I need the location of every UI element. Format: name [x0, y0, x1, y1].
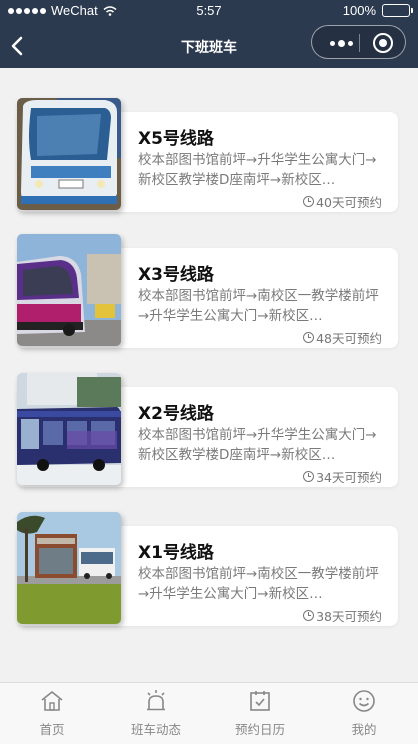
tab-label: 我的: [351, 722, 377, 737]
route-card[interactable]: X2号线路 校本部图书馆前坪→升华学生公寓大门→新校区教学楼D座南坪→新校区… …: [17, 373, 398, 488]
bus-photo-purple-coach: [17, 234, 121, 346]
bus-photo-campus-stop: [17, 512, 121, 624]
alarm-clock-icon: [303, 471, 315, 482]
navigation-bar: WeChat 5:57 100% 下班班车: [0, 0, 418, 68]
route-stops: 校本部图书馆前坪→升华学生公寓大门→新校区教学楼D座南坪→新校区…: [138, 427, 377, 463]
tab-profile[interactable]: 我的: [312, 683, 416, 744]
bus-photo-white-coach: [17, 98, 121, 210]
alarm-light-icon: [147, 690, 165, 711]
route-name: X3号线路: [138, 265, 214, 285]
availability-text: 34天可预约: [316, 470, 382, 485]
availability-label: 48天可预约: [303, 328, 382, 347]
route-name: X2号线路: [138, 404, 214, 424]
more-dots-icon[interactable]: [324, 36, 358, 50]
tab-label: 班车动态: [130, 722, 181, 737]
alarm-clock-icon: [303, 196, 315, 207]
availability-text: 40天可预约: [316, 195, 382, 210]
battery-icon: [382, 4, 413, 17]
availability-label: 34天可预约: [303, 467, 382, 486]
bus-photo-blue-city-bus: [17, 373, 121, 485]
route-stops: 校本部图书馆前坪→南校区一教学楼前坪→升华学生公寓大门→新校区…: [138, 566, 379, 602]
route-stops: 校本部图书馆前坪→南校区一教学楼前坪→升华学生公寓大门→新校区…: [138, 288, 379, 324]
home-icon: [41, 691, 63, 711]
battery-percent: 100%: [342, 3, 376, 18]
alarm-clock-icon: [303, 610, 315, 621]
route-card[interactable]: X1号线路 校本部图书馆前坪→南校区一教学楼前坪→升华学生公寓大门→新校区… 3…: [17, 512, 398, 627]
route-card[interactable]: X3号线路 校本部图书馆前坪→南校区一教学楼前坪→升华学生公寓大门→新校区… 4…: [17, 234, 398, 349]
tab-label: 预约日历: [234, 722, 285, 737]
close-target-icon[interactable]: [373, 33, 393, 53]
tab-label: 首页: [39, 722, 65, 737]
alarm-clock-icon: [303, 332, 315, 343]
tab-bar: 首页 班车动态 预约日历 我的: [0, 682, 418, 744]
availability-text: 48天可预约: [316, 331, 382, 346]
route-card[interactable]: X5号线路 校本部图书馆前坪→升华学生公寓大门→新校区教学楼D座南坪→新校区… …: [17, 98, 398, 213]
calendar-check-icon: [250, 691, 270, 711]
route-name: X5号线路: [138, 129, 214, 149]
status-bar: WeChat 5:57 100%: [0, 0, 418, 22]
availability-text: 38天可预约: [316, 609, 382, 624]
status-right: 100%: [342, 3, 413, 18]
availability-label: 38天可预约: [303, 606, 382, 625]
tab-calendar[interactable]: 预约日历: [208, 683, 312, 744]
route-stops: 校本部图书馆前坪→升华学生公寓大门→新校区教学楼D座南坪→新校区…: [138, 152, 377, 188]
tab-home[interactable]: 首页: [0, 683, 104, 744]
tab-bus-status[interactable]: 班车动态: [104, 683, 208, 744]
smiley-icon: [353, 690, 375, 712]
availability-label: 40天可预约: [303, 192, 382, 211]
miniprogram-capsule: [311, 25, 406, 59]
capsule-divider: [359, 34, 360, 52]
route-name: X1号线路: [138, 543, 214, 563]
